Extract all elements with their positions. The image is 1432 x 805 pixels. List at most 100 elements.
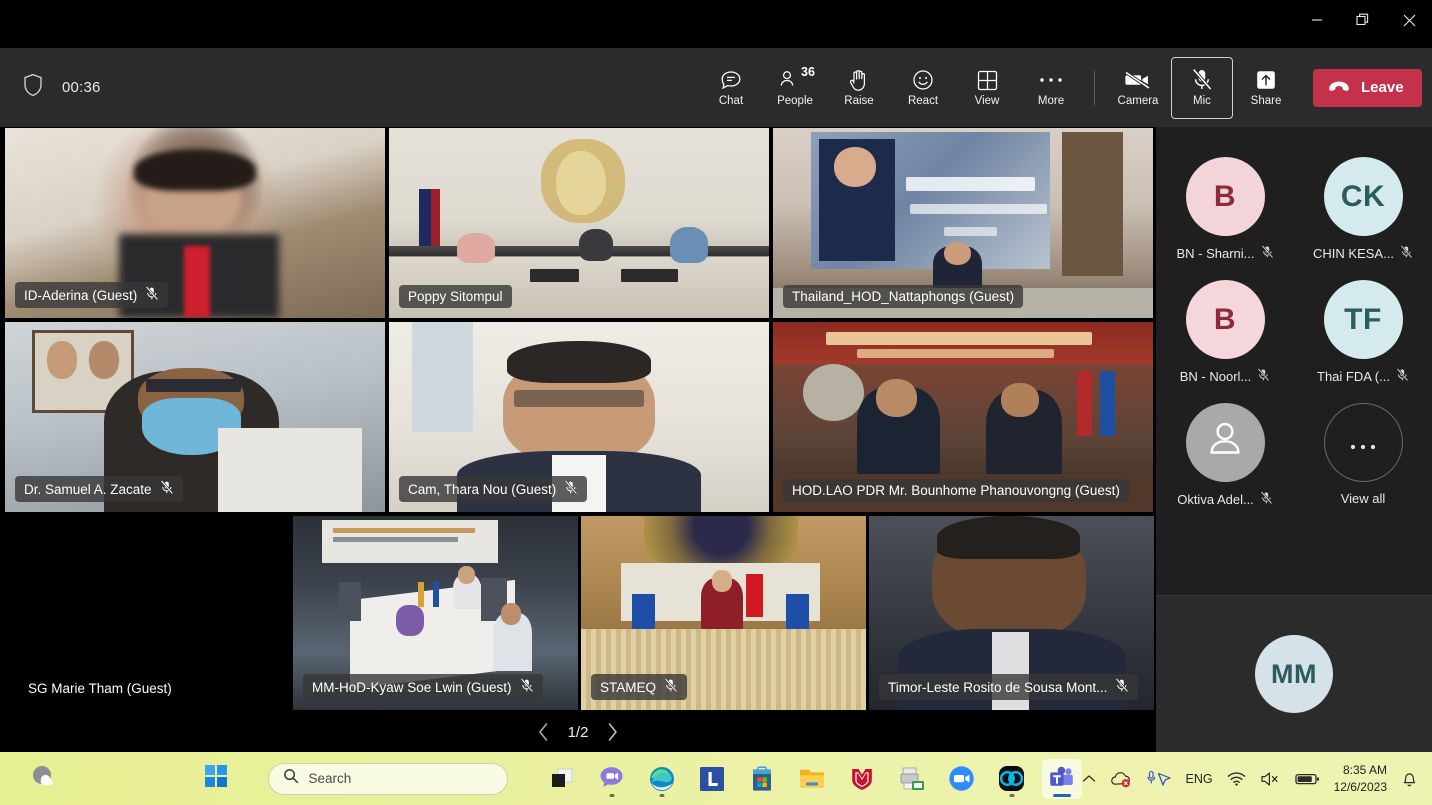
video-tile-active-speaker[interactable]: HOD.LAO PDR Mr. Bounhome Phanouvongng (G…: [773, 322, 1153, 512]
camera-off-icon: [1124, 67, 1152, 93]
people-label: People: [777, 95, 813, 108]
camera-toggle-button[interactable]: Camera: [1107, 57, 1169, 119]
participant-name: Cam, Thara Nou (Guest): [408, 481, 557, 497]
taskbar-printer-scan-button[interactable]: [892, 759, 932, 799]
self-video-tile[interactable]: MM: [1156, 596, 1432, 752]
taskbar-zoom-button[interactable]: [942, 759, 982, 799]
avatar: CK: [1323, 157, 1403, 236]
react-button[interactable]: React: [892, 57, 954, 119]
tile-name-badge: HOD.LAO PDR Mr. Bounhome Phanouvongng (G…: [783, 479, 1129, 502]
taskbar-l-app-button[interactable]: [692, 759, 732, 799]
video-tile[interactable]: ID-Aderina (Guest): [5, 128, 385, 318]
react-smiley-icon: [911, 67, 935, 93]
taskbar-store-button[interactable]: [742, 759, 782, 799]
share-label: Share: [1250, 95, 1282, 108]
more-ellipsis-icon: [1348, 426, 1378, 460]
roster-participant[interactable]: B BN - Noorl...: [1160, 280, 1290, 385]
cloud-error-icon[interactable]: [1110, 770, 1132, 788]
avatar: MM: [1255, 635, 1333, 713]
video-tile[interactable]: Dr. Samuel A. Zacate: [5, 322, 385, 512]
participant-name: Timor-Leste Rosito de Sousa Mont...: [888, 679, 1108, 695]
mic-muted-icon: [1191, 67, 1213, 93]
toolbar-divider: [1094, 70, 1095, 105]
react-label: React: [907, 95, 939, 108]
minimize-button[interactable]: [1294, 0, 1340, 40]
taskbar-webex-button[interactable]: [992, 759, 1032, 799]
more-button[interactable]: More: [1020, 57, 1082, 119]
participant-name: SG Marie Tham (Guest): [28, 681, 172, 696]
hang-up-icon: [1327, 79, 1351, 97]
tile-name-badge: MM-HoD-Kyaw Soe Lwin (Guest): [303, 674, 543, 700]
taskbar-edge-button[interactable]: [642, 759, 682, 799]
start-button[interactable]: [196, 759, 236, 799]
weather-widget[interactable]: [0, 763, 196, 794]
battery-icon[interactable]: [1294, 772, 1320, 786]
chat-label: Chat: [718, 95, 744, 108]
taskbar-teams-button[interactable]: [1041, 758, 1082, 799]
share-button[interactable]: Share: [1235, 57, 1297, 119]
close-button[interactable]: [1386, 0, 1432, 40]
mic-toggle-button[interactable]: Mic: [1171, 56, 1233, 119]
raise-hand-button[interactable]: Raise: [828, 57, 890, 119]
video-tile[interactable]: Cam, Thara Nou (Guest): [389, 322, 769, 512]
restore-button[interactable]: [1340, 0, 1386, 40]
chat-icon: [719, 67, 743, 93]
roster-participant[interactable]: TF Thai FDA (...: [1298, 280, 1428, 385]
roster-name-row: CHIN KESA...: [1313, 245, 1413, 262]
video-tile[interactable]: Thailand_HOD_Nattaphongs (Guest): [773, 128, 1153, 318]
taskbar-file-explorer-button[interactable]: [792, 759, 832, 799]
meeting-toolbar: 00:36 Chat 36 People Raise React View Mo…: [0, 48, 1432, 127]
mic-muted-icon: [1400, 245, 1413, 262]
mic-muted-icon: [1257, 368, 1270, 385]
video-tile[interactable]: Poppy Sitompul: [389, 128, 769, 318]
previous-page-button[interactable]: [537, 722, 550, 742]
video-tile[interactable]: Timor-Leste Rosito de Sousa Mont...: [869, 516, 1154, 710]
clock-time: 8:35 AM: [1342, 763, 1387, 778]
speaker-muted-icon[interactable]: [1260, 771, 1281, 787]
participant-name: BN - Sharni...: [1176, 246, 1255, 261]
meeting-stage: ID-Aderina (Guest) Poppy Sitompul Thaila…: [0, 127, 1432, 752]
roster-participant[interactable]: B BN - Sharni...: [1160, 157, 1290, 262]
windows-taskbar: Search ENG 8:35 AM 12/6/2023: [0, 752, 1432, 805]
mic-muted-icon: [564, 480, 578, 498]
mic-muted-icon: [520, 678, 534, 696]
search-input[interactable]: Search: [267, 762, 508, 795]
tile-name-badge: Thailand_HOD_Nattaphongs (Guest): [783, 285, 1024, 308]
view-button[interactable]: View: [956, 57, 1018, 119]
language-indicator[interactable]: ENG: [1186, 772, 1213, 786]
search-placeholder: Search: [308, 771, 352, 786]
taskbar-task-view-button[interactable]: [542, 759, 582, 799]
mic-muted-icon: [1261, 245, 1274, 262]
people-button[interactable]: 36 People: [764, 57, 826, 119]
next-page-button[interactable]: [606, 722, 619, 742]
tray-chevron-up-icon[interactable]: [1082, 774, 1096, 784]
shield-icon: [22, 73, 44, 102]
taskbar-app-group: Search: [196, 758, 1082, 799]
tile-name-badge: Poppy Sitompul: [399, 285, 512, 308]
share-up-arrow-icon: [1255, 67, 1277, 93]
mic-cursor-icon[interactable]: [1146, 770, 1172, 788]
roster-participant[interactable]: Oktiva Adel...: [1160, 403, 1290, 508]
more-label: More: [1037, 95, 1065, 108]
taskbar-chat-button[interactable]: [592, 759, 632, 799]
avatar-initials: TF: [1344, 302, 1382, 336]
video-tile[interactable]: MM-HoD-Kyaw Soe Lwin (Guest): [293, 516, 578, 710]
video-tile[interactable]: STAMEQ: [581, 516, 866, 710]
wifi-icon[interactable]: [1227, 771, 1246, 787]
raise-hand-icon: [848, 67, 870, 93]
view-all-participants[interactable]: View all: [1298, 403, 1428, 506]
tile-name-badge: Dr. Samuel A. Zacate: [15, 476, 183, 502]
clock-widget[interactable]: 8:35 AM 12/6/2023: [1334, 762, 1387, 794]
participant-roster: B BN - Sharni... CK CHIN KESA... B BN - …: [1156, 127, 1432, 752]
notifications-bell-icon[interactable]: [1401, 770, 1418, 788]
participant-name: ID-Aderina (Guest): [24, 287, 138, 303]
search-icon: [283, 768, 299, 789]
roster-name-row: BN - Noorl...: [1180, 368, 1271, 385]
roster-participant[interactable]: CK CHIN KESA...: [1298, 157, 1428, 262]
chat-button[interactable]: Chat: [700, 57, 762, 119]
leave-button[interactable]: Leave: [1313, 68, 1422, 107]
video-tile[interactable]: SG Marie Tham (Guest): [5, 516, 290, 710]
running-indicator: [609, 793, 615, 797]
roster-grid: B BN - Sharni... CK CHIN KESA... B BN - …: [1156, 127, 1432, 592]
taskbar-mcafee-button[interactable]: [842, 759, 882, 799]
